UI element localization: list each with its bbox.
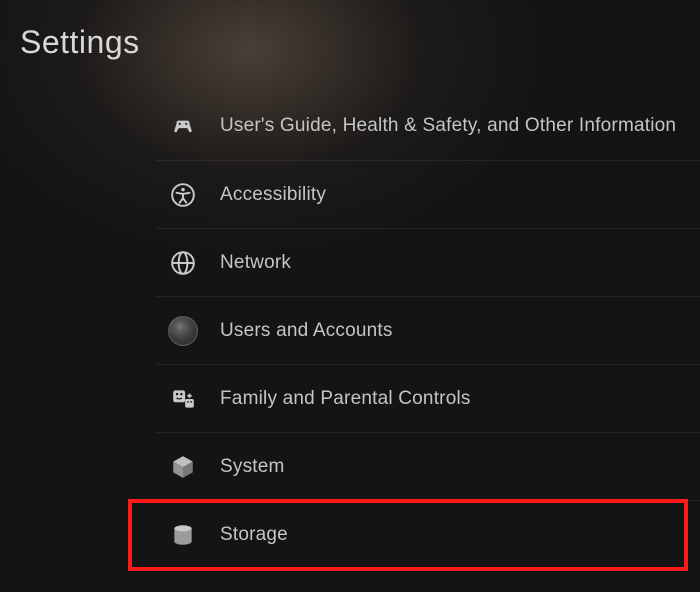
avatar-icon (168, 316, 198, 346)
menu-item-network[interactable]: Network (156, 228, 700, 296)
settings-menu: User's Guide, Health & Safety, and Other… (156, 92, 700, 568)
globe-icon (168, 248, 198, 278)
menu-item-family[interactable]: Family and Parental Controls (156, 364, 700, 432)
menu-item-label: Accessibility (220, 184, 326, 206)
menu-item-label: Family and Parental Controls (220, 388, 471, 410)
storage-icon (168, 520, 198, 550)
menu-item-system[interactable]: System (156, 432, 700, 500)
menu-item-label: System (220, 456, 285, 478)
menu-item-label: Storage (220, 524, 288, 546)
menu-item-accessibility[interactable]: Accessibility (156, 160, 700, 228)
menu-item-label: User's Guide, Health & Safety, and Other… (220, 115, 676, 137)
menu-item-guide[interactable]: User's Guide, Health & Safety, and Other… (156, 92, 700, 160)
family-icon (168, 384, 198, 414)
menu-item-label: Users and Accounts (220, 320, 393, 342)
menu-item-users[interactable]: Users and Accounts (156, 296, 700, 364)
controller-icon (168, 111, 198, 141)
menu-item-storage[interactable]: Storage (156, 500, 700, 568)
accessibility-icon (168, 180, 198, 210)
page-title: Settings (20, 24, 140, 61)
menu-item-label: Network (220, 252, 291, 274)
cube-icon (168, 452, 198, 482)
